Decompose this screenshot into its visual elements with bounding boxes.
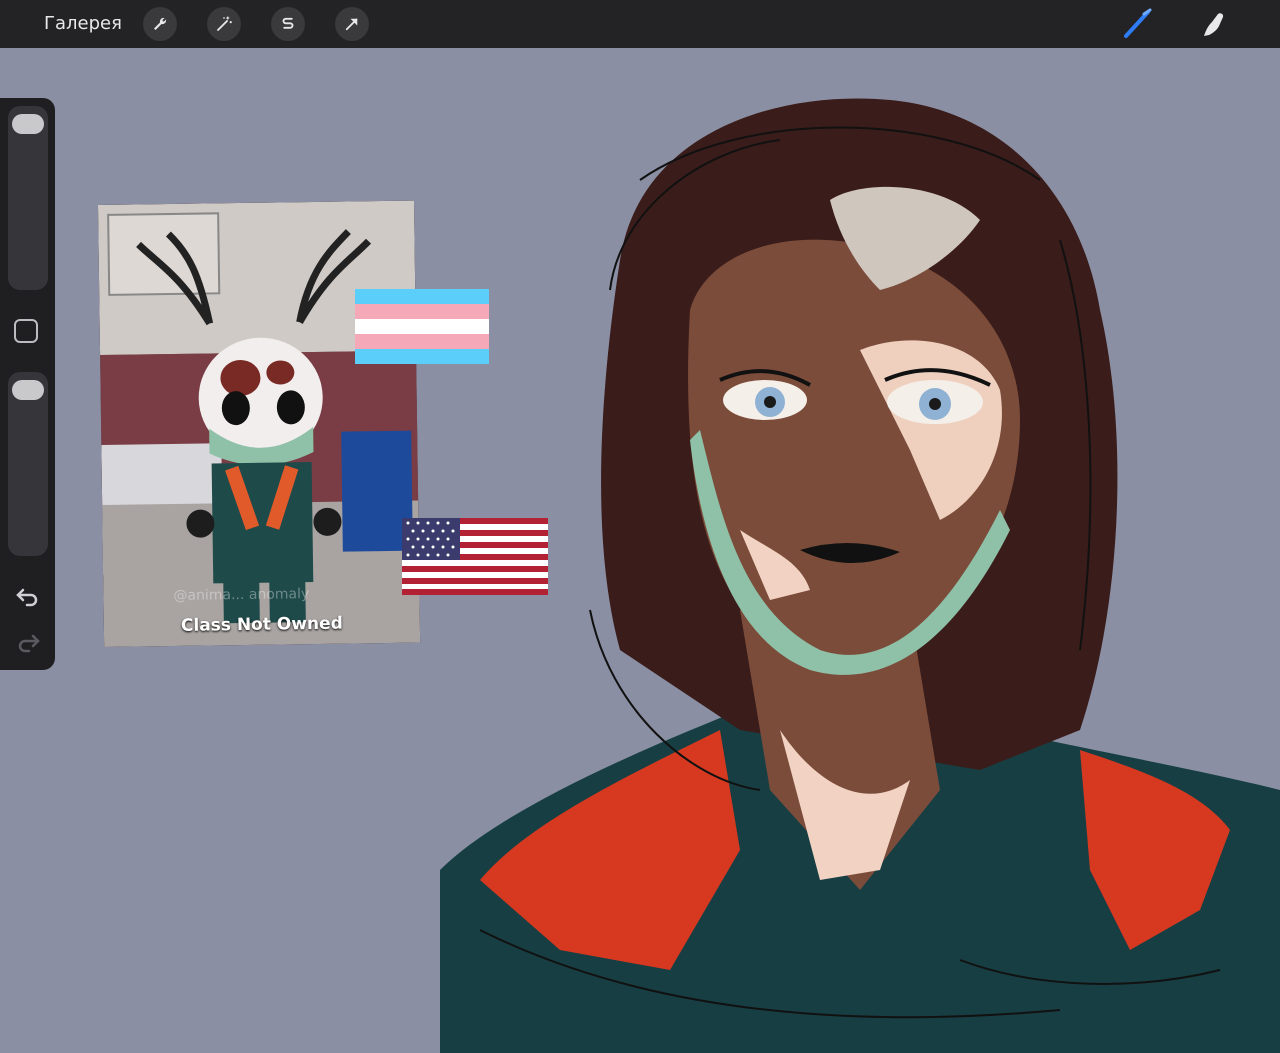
adjustments-button[interactable]: [207, 7, 241, 41]
reference-image[interactable]: @anima... anomaly Class Not Owned: [98, 200, 421, 647]
reference-illustration: [98, 200, 421, 647]
side-toolbar: [0, 98, 55, 670]
opacity-slider[interactable]: [8, 372, 48, 556]
brush-tool[interactable]: [1120, 6, 1156, 42]
modify-button[interactable]: [14, 319, 38, 343]
watermark-text: @anima... anomaly: [173, 586, 310, 604]
transform-arrow-icon: [345, 18, 358, 31]
undo-icon[interactable]: [14, 582, 42, 610]
slider-knob[interactable]: [12, 114, 44, 134]
magic-wand-icon: [217, 16, 232, 31]
brush-size-slider[interactable]: [8, 106, 48, 290]
redo-icon[interactable]: [14, 628, 42, 656]
top-toolbar: Галерея: [0, 0, 1280, 48]
transform-button[interactable]: [335, 7, 369, 41]
brush-icon: [1124, 8, 1152, 38]
selection-button[interactable]: [271, 7, 305, 41]
smudge-tool[interactable]: [1196, 6, 1232, 42]
selection-icon: [282, 17, 294, 29]
slider-knob[interactable]: [12, 380, 44, 400]
wrench-icon: [154, 17, 167, 30]
gallery-button[interactable]: Галерея: [44, 12, 122, 36]
smudge-icon: [1204, 13, 1224, 36]
portrait-drawing: [440, 98, 1280, 1053]
actions-button[interactable]: [143, 7, 177, 41]
